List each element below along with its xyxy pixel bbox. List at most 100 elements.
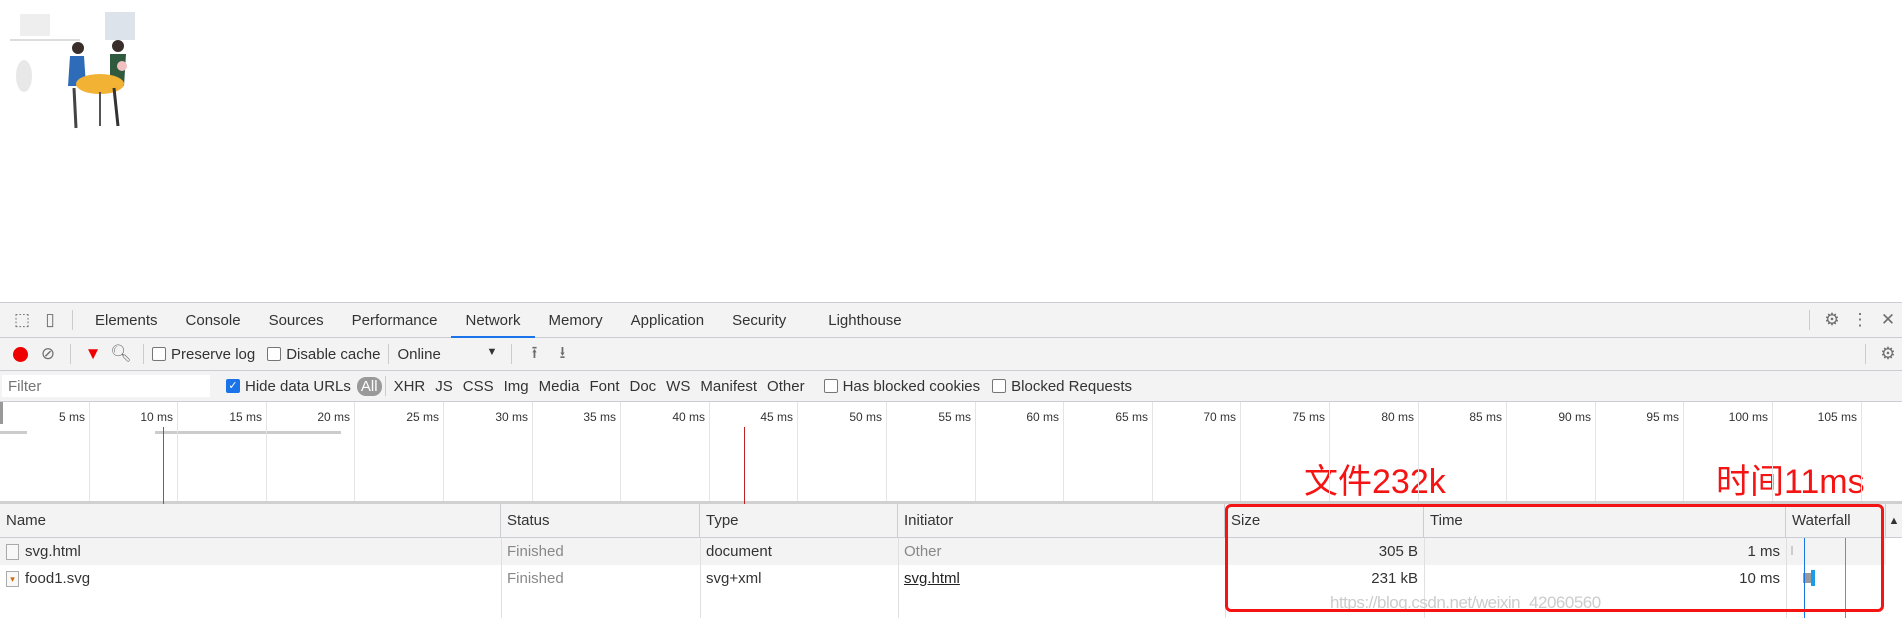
filter-type-ws[interactable]: WS [661, 378, 695, 395]
domcontentloaded-marker [163, 427, 164, 504]
blocked-requests-checkbox[interactable]: Blocked Requests [992, 378, 1132, 395]
timeline-gridline [620, 402, 621, 501]
request-type: svg+xml [706, 570, 762, 587]
timeline-tick-label: 80 ms [1381, 410, 1414, 424]
tab-console[interactable]: Console [172, 303, 255, 338]
timeline-tick-label: 20 ms [317, 410, 350, 424]
request-type: document [706, 543, 772, 560]
filter-input[interactable] [2, 375, 210, 397]
close-icon[interactable]: ✕ [1874, 306, 1902, 334]
request-initiator-link[interactable]: svg.html [898, 565, 966, 592]
divider [384, 376, 386, 396]
devtools-panel: ⬚ ▯ Elements Console Sources Performance… [0, 302, 1902, 618]
request-name: ▾ food1.svg [0, 565, 96, 592]
request-name-text: food1.svg [25, 570, 91, 587]
svg-file-icon: ▾ [6, 571, 19, 588]
device-toolbar-icon[interactable]: ▯ [36, 306, 64, 334]
hide-data-urls-label: Hide data URLs [245, 377, 351, 395]
filter-type-css[interactable]: CSS [458, 378, 499, 395]
tab-sources[interactable]: Sources [255, 303, 338, 338]
column-header-status[interactable]: Status [501, 504, 700, 538]
timeline-tick-label: 100 ms [1728, 410, 1768, 424]
tab-lighthouse[interactable]: Lighthouse [814, 303, 915, 338]
record-button[interactable] [6, 340, 34, 368]
filter-type-media[interactable]: Media [534, 378, 585, 395]
timeline-handle[interactable] [0, 402, 3, 424]
timeline-gridline [1152, 402, 1153, 501]
timeline-tick-label: 35 ms [583, 410, 616, 424]
tab-application[interactable]: Application [617, 303, 718, 338]
has-blocked-cookies-checkbox[interactable]: Has blocked cookies [823, 378, 980, 395]
chevron-down-icon: ▼ [486, 345, 498, 358]
column-header-initiator[interactable]: Initiator [898, 504, 1225, 538]
column-divider [501, 538, 502, 618]
timeline-gridline [797, 402, 798, 501]
sort-arrow-icon[interactable]: ▲ [1886, 504, 1902, 538]
timeline-gridline [1506, 402, 1507, 501]
divider [1865, 344, 1866, 364]
filter-type-xhr[interactable]: XHR [389, 378, 431, 395]
overview-timeline[interactable]: 文件232k 时间11ms 5 ms 10 ms 15 ms 20 ms 25 ms 30… [0, 402, 1902, 504]
annotation-highlight-box [1225, 504, 1884, 612]
tab-network[interactable]: Network [451, 303, 535, 338]
timeline-request-bar [155, 431, 341, 434]
time-annotation: 时间11ms [1716, 463, 1865, 501]
timeline-tick-label: 25 ms [406, 410, 439, 424]
filter-funnel-icon[interactable]: ▼ [79, 340, 107, 368]
tab-memory[interactable]: Memory [535, 303, 617, 338]
timeline-gridline [1240, 402, 1241, 501]
timeline-tick-label: 70 ms [1203, 410, 1236, 424]
timeline-gridline [1063, 402, 1064, 501]
tab-elements[interactable]: Elements [81, 303, 172, 338]
request-initiator: Other [904, 543, 942, 560]
hide-data-urls-checkbox[interactable]: ✓ Hide data URLs [226, 378, 351, 395]
requests-table: Name Status Type Initiator Size Time Wat… [0, 504, 1902, 618]
column-divider [700, 538, 701, 618]
filter-type-other[interactable]: Other [762, 378, 810, 395]
import-har-upload-icon[interactable]: ⭱ [520, 340, 548, 368]
timeline-gridline [1772, 402, 1773, 501]
filter-type-manifest[interactable]: Manifest [695, 378, 762, 395]
tab-security[interactable]: Security [718, 303, 800, 338]
timeline-gridline [1329, 402, 1330, 501]
more-options-icon[interactable]: ⋮ [1846, 306, 1874, 334]
column-header-type[interactable]: Type [700, 504, 898, 538]
timeline-request-bar [0, 431, 27, 434]
filter-type-js[interactable]: JS [430, 378, 458, 395]
column-header-name[interactable]: Name [0, 504, 501, 538]
settings-gear-icon[interactable]: ⚙ [1818, 306, 1846, 334]
tab-performance[interactable]: Performance [338, 303, 452, 338]
divider [388, 344, 390, 364]
divider [1809, 310, 1810, 330]
load-marker [744, 427, 745, 504]
timeline-tick-label: 95 ms [1646, 410, 1679, 424]
filter-type-font[interactable]: Font [584, 378, 624, 395]
throttling-value: Online [397, 345, 441, 363]
divider [72, 310, 73, 330]
timeline-gridline [709, 402, 710, 501]
throttling-select[interactable]: Online ▼ [397, 346, 497, 363]
timeline-tick-label: 5 ms [58, 410, 85, 424]
search-icon[interactable]: 🔍︎ [107, 340, 135, 368]
network-settings-gear-icon[interactable]: ⚙ [1874, 340, 1902, 368]
divider [143, 344, 144, 364]
timeline-gridline [266, 402, 267, 501]
filter-type-doc[interactable]: Doc [624, 378, 661, 395]
timeline-gridline [443, 402, 444, 501]
timeline-gridline [1683, 402, 1684, 501]
inspect-element-icon[interactable]: ⬚ [8, 306, 36, 334]
timeline-gridline [886, 402, 887, 501]
timeline-tick-label: 105 ms [1817, 410, 1857, 424]
filter-type-img[interactable]: Img [499, 378, 534, 395]
preserve-log-checkbox[interactable]: Preserve log [152, 346, 255, 363]
filter-type-all[interactable]: All [356, 376, 382, 396]
disable-cache-checkbox[interactable]: Disable cache [267, 346, 380, 363]
preserve-log-label: Preserve log [171, 345, 256, 363]
request-status: Finished [507, 543, 564, 560]
blocked-requests-label: Blocked Requests [1011, 377, 1133, 395]
export-har-download-icon[interactable]: ⭳ [548, 340, 576, 368]
timeline-gridline [1861, 402, 1862, 501]
size-annotation: 文件232k [1304, 463, 1446, 501]
timeline-tick-label: 65 ms [1115, 410, 1148, 424]
clear-icon[interactable]: ⊘ [34, 340, 62, 368]
